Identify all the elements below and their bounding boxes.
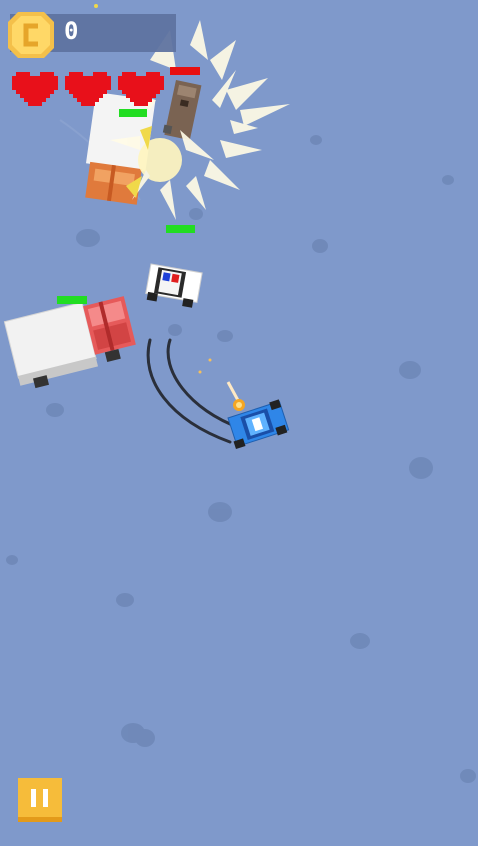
coin-count: 0 [64, 17, 79, 45]
enemy-delivery-truck[interactable] [3, 292, 140, 391]
pause-button[interactable] [18, 778, 62, 822]
coin-icon [8, 12, 54, 58]
heart-icon [118, 72, 164, 106]
ground-craters [6, 135, 476, 783]
heart-icon [12, 72, 58, 106]
enemy-tower-turret[interactable] [162, 80, 202, 141]
bullet-projectile [198, 358, 245, 411]
health-bar-exploding-truck [119, 109, 147, 117]
heart-icon [65, 72, 111, 106]
skid-marks [146, 338, 242, 444]
game-scene [3, 4, 476, 783]
health-bar-enemy-police [166, 225, 195, 233]
enemy-police-car[interactable] [145, 263, 203, 308]
game-viewport[interactable]: 0 [0, 0, 478, 846]
health-bar-delivery-truck [57, 296, 87, 304]
health-bar-tower [170, 67, 200, 75]
